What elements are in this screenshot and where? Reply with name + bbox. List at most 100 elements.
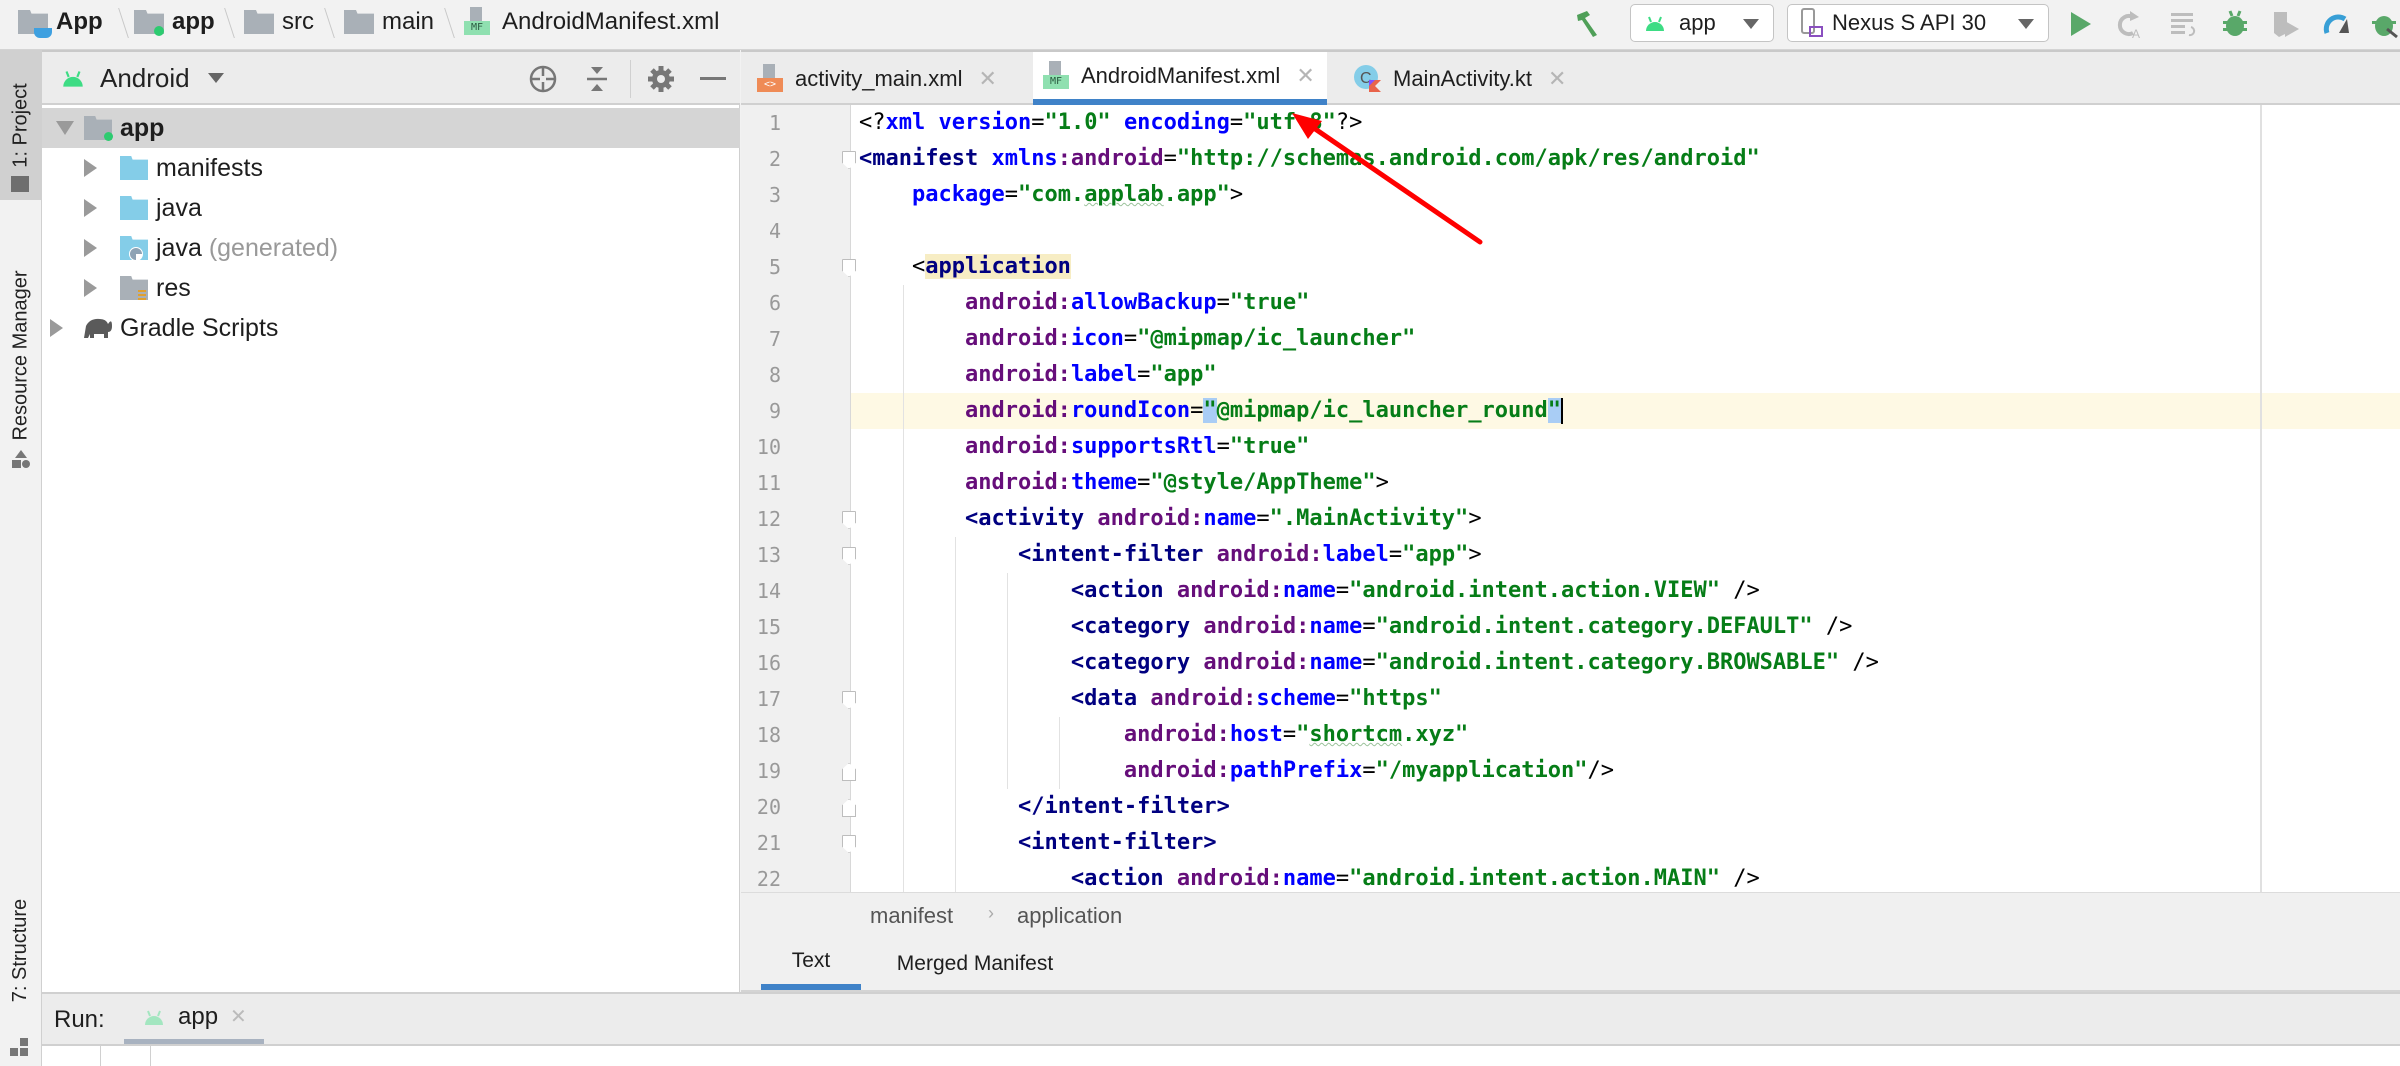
close-tab-icon[interactable]: ✕ — [230, 1004, 247, 1029]
code-line: android:label="app" — [964, 362, 1217, 387]
folder-icon — [344, 10, 374, 34]
xml-breadcrumb-item[interactable]: application — [1017, 903, 1122, 929]
breadcrumb-label: AndroidManifest.xml — [502, 8, 720, 35]
expand-arrow-icon[interactable] — [56, 121, 74, 135]
code-line: android:roundIcon="@mipmap/ic_launcher_r… — [964, 398, 1564, 424]
fold-toggle-icon[interactable] — [842, 547, 856, 565]
run-tab-app[interactable]: app ✕ — [124, 994, 264, 1044]
resource-badge-icon — [138, 290, 146, 302]
tool-tab-label: Resource Manager — [9, 269, 32, 441]
fold-toggle-icon[interactable] — [842, 511, 856, 529]
breadcrumb-file[interactable]: MF AndroidManifest.xml — [464, 0, 719, 44]
tab-activity-main-xml[interactable]: <> activity_main.xml ✕ — [757, 52, 1019, 105]
code-line: android:host="shortcm.xyz" — [1123, 722, 1469, 747]
manifest-file-icon: MF — [464, 7, 490, 37]
tool-tab-structure[interactable]: 7: Structure — [0, 860, 42, 1040]
tree-item-java-generated[interactable]: java (generated) — [42, 228, 740, 268]
tree-item-manifests[interactable]: manifests — [42, 148, 740, 188]
close-tab-icon[interactable]: ✕ — [1296, 63, 1314, 89]
breadcrumb-project[interactable]: App — [18, 0, 103, 44]
line-number: 18 — [756, 723, 781, 747]
tree-item-label: manifests — [156, 153, 263, 182]
code-line: <intent-filter> — [1017, 830, 1217, 855]
fold-toggle-icon[interactable] — [842, 763, 856, 781]
code-line: </intent-filter> — [1017, 794, 1230, 819]
tab-label: Merged Manifest — [896, 952, 1054, 975]
fold-toggle-icon[interactable] — [842, 691, 856, 709]
resource-manager-icon — [12, 450, 30, 468]
code-line: <application — [911, 254, 1071, 279]
tool-tab-resource-manager[interactable]: Resource Manager — [0, 240, 42, 470]
project-view-selector[interactable]: Android — [60, 62, 224, 94]
fold-toggle-icon[interactable] — [842, 151, 856, 169]
close-tab-icon[interactable]: ✕ — [978, 66, 996, 92]
tree-item-java[interactable]: java — [42, 188, 740, 228]
close-tab-icon[interactable]: ✕ — [1548, 66, 1566, 92]
run-tab-label: app — [178, 1002, 219, 1030]
breadcrumb-separator — [313, 8, 335, 38]
code-line: <category android:name="android.intent.c… — [1070, 650, 1879, 675]
line-number: 7 — [768, 327, 781, 351]
tree-item-app[interactable]: app — [42, 108, 740, 148]
line-number: 8 — [768, 363, 781, 387]
line-number: 2 — [768, 147, 781, 171]
divider — [630, 60, 631, 98]
breadcrumb-label: src — [282, 8, 314, 35]
run-config-label: app — [1679, 10, 1716, 35]
code-line: <activity android:name=".MainActivity"> — [964, 506, 1482, 531]
tool-tab-label: 1: Project — [9, 82, 32, 168]
breadcrumb-module[interactable]: app — [134, 0, 215, 44]
build-hammer-icon[interactable] — [1572, 8, 1604, 40]
run-config-dropdown[interactable]: app — [1630, 4, 1774, 42]
breadcrumb-src[interactable]: src — [244, 0, 314, 44]
breadcrumb-label: app — [172, 8, 215, 35]
project-badge-icon — [34, 28, 52, 38]
expand-arrow-icon[interactable] — [50, 319, 63, 337]
line-number: 19 — [756, 759, 781, 783]
expand-arrow-icon[interactable] — [84, 159, 97, 177]
run-with-coverage-icon[interactable] — [2270, 8, 2302, 40]
fold-toggle-icon[interactable] — [842, 835, 856, 853]
tab-merged-manifest[interactable]: Merged Manifest — [875, 938, 1075, 990]
device-dropdown[interactable]: Nexus S API 30 — [1787, 4, 2049, 42]
tree-item-gradle-scripts[interactable]: Gradle Scripts — [42, 308, 740, 348]
apply-code-changes-icon[interactable] — [2168, 8, 2200, 40]
run-icon[interactable] — [2064, 8, 2096, 40]
tree-item-name: java — [156, 233, 202, 262]
tree-item-res[interactable]: res — [42, 268, 740, 308]
expand-arrow-icon[interactable] — [84, 199, 97, 217]
fold-toggle-icon[interactable] — [842, 259, 856, 277]
tab-label: AndroidManifest.xml — [1081, 62, 1281, 88]
indent-guide — [903, 285, 904, 892]
collapse-all-icon[interactable] — [582, 64, 612, 94]
code-editor[interactable]: 1 2 3 4 5 6 7 8 9 10 11 12 13 14 15 16 17 18 19 20 21 22 <?xm… — [741, 105, 2400, 892]
indent-guide — [1059, 717, 1060, 789]
tab-text[interactable]: Text — [761, 938, 861, 990]
apply-changes-icon[interactable]: A — [2114, 8, 2146, 40]
line-number: 16 — [756, 651, 781, 675]
xml-breadcrumb-item[interactable]: manifest — [870, 903, 953, 929]
line-number: 5 — [768, 255, 781, 279]
expand-arrow-icon[interactable] — [84, 239, 97, 257]
breadcrumb-label: App — [56, 8, 103, 35]
hide-panel-icon[interactable] — [700, 77, 726, 80]
chevron-right-icon: › — [988, 903, 994, 923]
svg-text:A: A — [2132, 27, 2140, 39]
expand-arrow-icon[interactable] — [84, 279, 97, 297]
breadcrumb-main[interactable]: main — [344, 0, 434, 44]
profile-icon[interactable] — [2322, 8, 2354, 40]
tree-item-suffix: (generated) — [208, 233, 339, 262]
locate-icon[interactable] — [528, 64, 558, 94]
line-number: 13 — [756, 543, 781, 567]
attach-debugger-icon[interactable] — [2368, 8, 2400, 40]
line-number: 15 — [756, 615, 781, 639]
module-dot-icon — [104, 132, 113, 141]
settings-gear-icon[interactable] — [646, 64, 676, 94]
run-console — [42, 1046, 2400, 1066]
tab-label: Text — [791, 949, 831, 972]
debug-icon[interactable] — [2219, 8, 2251, 40]
fold-toggle-icon[interactable] — [842, 799, 856, 817]
breadcrumb-separator — [433, 8, 455, 38]
code-line: android:pathPrefix="/myapplication"/> — [1123, 758, 1614, 783]
editor-gutter: 1 2 3 4 5 6 7 8 9 10 11 12 13 14 15 16 17 18 19 20 21 22 — [741, 105, 856, 892]
